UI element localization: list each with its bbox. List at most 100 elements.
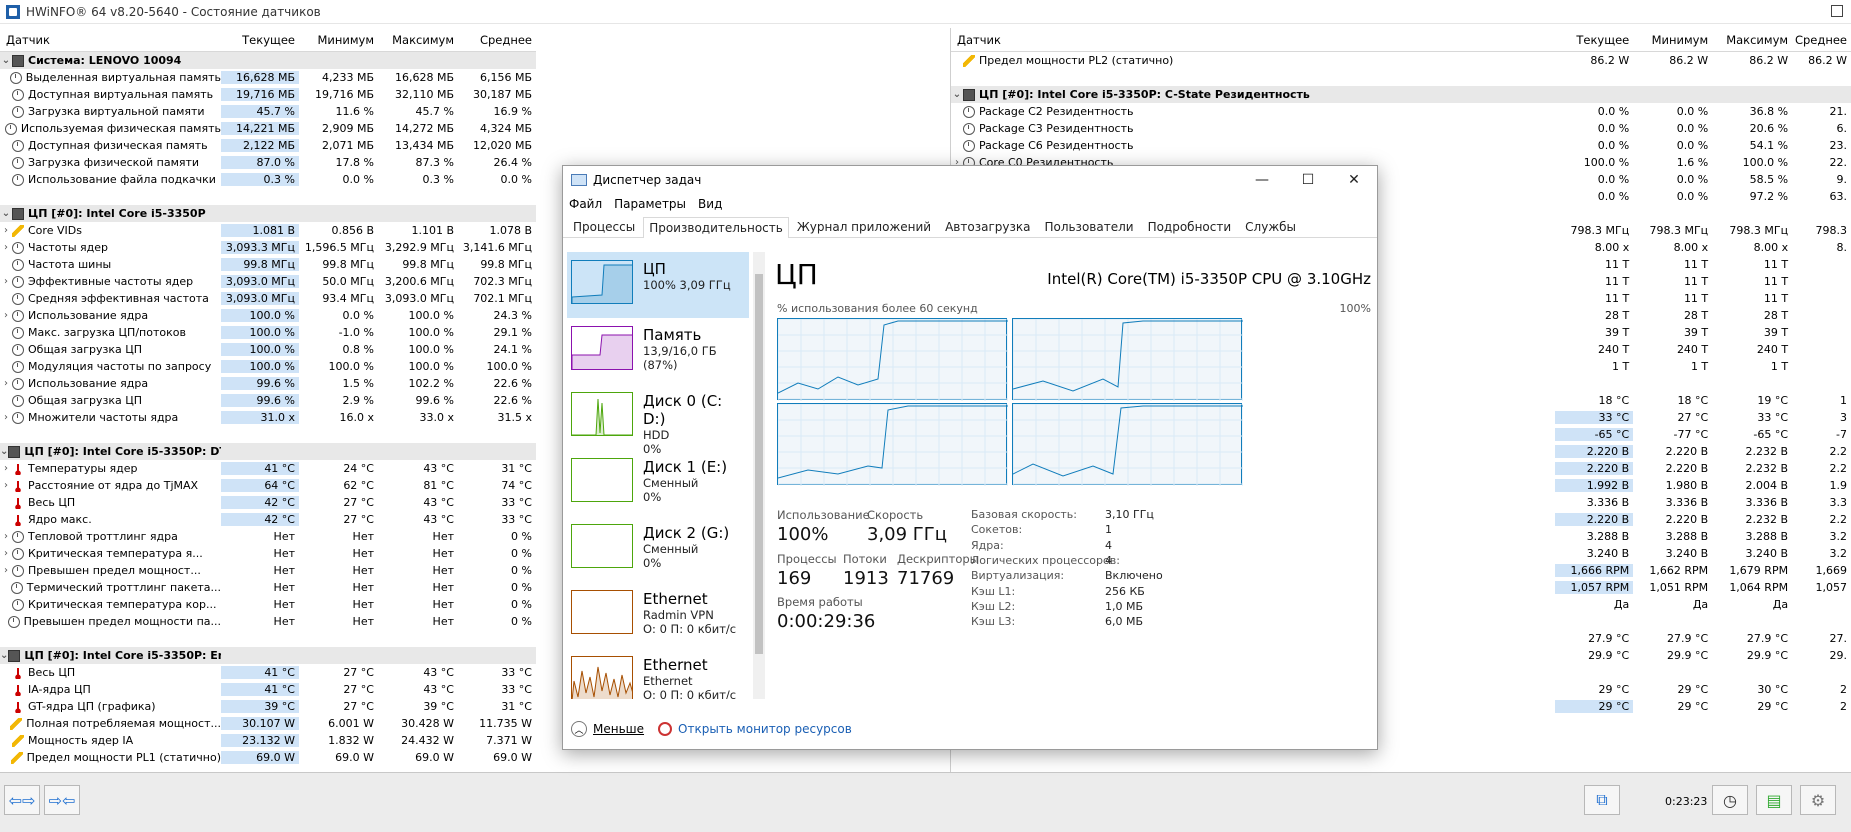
tab-app-history[interactable]: Журнал приложений	[791, 216, 937, 237]
collapse-icon[interactable]: ⌄	[0, 446, 8, 457]
collapse-icon[interactable]: ⌄	[0, 55, 12, 66]
expand-icon[interactable]: ›	[0, 548, 12, 559]
sensor-row[interactable]: Мощность ядер IA 23.132 W 1.832 W 24.432 W 7…	[0, 732, 536, 749]
sensor-row[interactable]: Весь ЦП 41 °C 27 °C 43 °C 33 °C	[0, 664, 536, 681]
header-current[interactable]: Текущее	[221, 33, 299, 47]
sensor-row[interactable]: › Множители частоты ядра 31.0 x 16.0 x 33.0 …	[0, 409, 536, 426]
report-icon[interactable]: ▤	[1756, 785, 1792, 815]
sensor-row[interactable]: › Тепловой троттлинг ядра Нет Нет Нет 0 %	[0, 528, 536, 545]
perf-item-disk2[interactable]: Диск 2 (G:) Сменный 0%	[567, 516, 749, 582]
expand-icon[interactable]: ›	[0, 463, 12, 474]
sensor-row[interactable]: Модуляция частоты по запросу 100.0 % 100.0…	[0, 358, 536, 375]
sensor-row[interactable]: Package C3 Резидентность 0.0 % 0.0 % 20.6 %…	[951, 120, 1851, 137]
sensor-row[interactable]: Весь ЦП 42 °C 27 °C 43 °C 33 °C	[0, 494, 536, 511]
sidebar-scrollbar[interactable]	[753, 252, 765, 699]
header-current-right[interactable]: Текущее	[1555, 33, 1633, 47]
expand-icon[interactable]: ›	[0, 310, 12, 321]
sensor-row[interactable]: › Расстояние от ядра до TjMAX 64 °C 62 °C 81…	[0, 477, 536, 494]
settings-gear-icon[interactable]: ⚙	[1800, 785, 1836, 815]
window-maximize-button[interactable]	[1831, 5, 1843, 17]
header-max-right[interactable]: Максимум	[1712, 33, 1792, 47]
sensor-row[interactable]: Доступная виртуальная память 19,716 МБ 19,…	[0, 86, 536, 103]
open-resource-monitor-link[interactable]: Открыть монитор ресурсов	[678, 722, 852, 736]
sensor-group-header[interactable]: ⌄ Система: LENOVO 10094	[0, 52, 536, 69]
expand-icon[interactable]: ›	[0, 412, 12, 423]
sensor-row[interactable]: Макс. загрузка ЦП/потоков 100.0 % -1.0 % 10…	[0, 324, 536, 341]
header-min-right[interactable]: Минимум	[1633, 33, 1712, 47]
header-sensor-right[interactable]: Датчик	[951, 33, 1555, 47]
header-avg-right[interactable]: Среднее	[1792, 33, 1851, 47]
sensor-group-header[interactable]: ⌄ ЦП [#0]: Intel Core i5-3350P: DTS	[0, 443, 536, 460]
sensor-row[interactable]: › Использование ядра 100.0 % 0.0 % 100.0 % 24…	[0, 307, 536, 324]
sensor-row[interactable]: Доступная физическая память 2,122 МБ 2,071…	[0, 137, 536, 154]
prev-arrows-button[interactable]: ⇦⇨	[4, 785, 40, 815]
sensor-row[interactable]: Превышен предел мощности па... Нет Нет Нет 0…	[0, 613, 536, 630]
perf-item-memory[interactable]: Память 13,9/16,0 ГБ (87%)	[567, 318, 749, 384]
expand-icon[interactable]: ›	[0, 531, 12, 542]
sensor-row[interactable]: Package C6 Резидентность 0.0 % 0.0 % 54.1 %…	[951, 137, 1851, 154]
sensor-group-header[interactable]: ⌄ ЦП [#0]: Intel Core i5-3350P: Enhanced	[0, 647, 536, 664]
close-button[interactable]: ✕	[1331, 166, 1377, 194]
sensor-row[interactable]: Общая загрузка ЦП 100.0 % 0.8 % 100.0 % 24.1…	[0, 341, 536, 358]
perf-item-ethernet-radmin[interactable]: Ethernet Radmin VPN О: 0 П: 0 кбит/с	[567, 582, 749, 648]
maximize-button[interactable]: ☐	[1285, 166, 1331, 194]
header-avg[interactable]: Среднее	[458, 33, 536, 47]
network-icon[interactable]: ⧉	[1584, 785, 1620, 815]
sensor-row[interactable]: Критическая температура кор... Нет Нет Нет 0…	[0, 596, 536, 613]
sensor-row[interactable]: Предел мощности PL2 (статично) 86.2 W 86.2…	[951, 52, 1851, 69]
chevron-up-icon[interactable]: ︿	[571, 721, 587, 737]
expand-icon[interactable]: ›	[0, 565, 12, 576]
sensor-row[interactable]: Полная потребляемая мощност... 30.107 W 6.…	[0, 715, 536, 732]
sensor-row[interactable]: Используемая физическая память 14,221 МБ 2…	[0, 120, 536, 137]
expand-icon[interactable]: ›	[0, 276, 12, 287]
sensor-row[interactable]: › Использование ядра 99.6 % 1.5 % 102.2 % 22.…	[0, 375, 536, 392]
perf-item-cpu[interactable]: ЦП 100% 3,09 ГГц	[567, 252, 749, 318]
menu-options[interactable]: Параметры	[614, 197, 686, 211]
sensor-row[interactable]: Предел мощности PL1 (статично) 69.0 W 69.0…	[0, 749, 536, 766]
tab-users[interactable]: Пользователи	[1038, 216, 1139, 237]
collapse-icon[interactable]: ⌄	[0, 650, 8, 661]
clock-icon[interactable]: ◷	[1712, 785, 1748, 815]
sensor-row[interactable]: Средняя эффективная частота 3,093.0 МГц 93…	[0, 290, 536, 307]
perf-item-disk0[interactable]: Диск 0 (C: D:) HDD 0%	[567, 384, 749, 456]
tab-startup[interactable]: Автозагрузка	[939, 216, 1036, 237]
collapse-icon[interactable]: ⌄	[0, 208, 12, 219]
tab-details[interactable]: Подробности	[1142, 216, 1238, 237]
minimize-button[interactable]: —	[1239, 166, 1285, 194]
tab-processes[interactable]: Процессы	[567, 216, 641, 237]
header-max[interactable]: Максимум	[378, 33, 458, 47]
sensor-row[interactable]: Частота шины 99.8 МГц 99.8 МГц 99.8 МГц 99.8…	[0, 256, 536, 273]
header-min[interactable]: Минимум	[299, 33, 378, 47]
expand-icon[interactable]: ›	[0, 242, 12, 253]
sensor-row[interactable]: Термический троттлинг пакета... Нет Нет Нет…	[0, 579, 536, 596]
fewer-details-link[interactable]: Меньше	[593, 722, 644, 736]
sensor-row[interactable]: › Эффективные частоты ядер 3,093.0 МГц 50.0…	[0, 273, 536, 290]
sensor-group-header[interactable]: ⌄ ЦП [#0]: Intel Core i5-3350P: C-State Р…	[951, 86, 1851, 103]
perf-item-ethernet[interactable]: Ethernet Ethernet О: 0 П: 0 кбит/с	[567, 648, 749, 699]
sensor-row[interactable]: › Температуры ядер 41 °C 24 °C 43 °C 31 °C	[0, 460, 536, 477]
sensor-row[interactable]: Ядро макс. 42 °C 27 °C 43 °C 33 °C	[0, 511, 536, 528]
sensor-row[interactable]: Загрузка физической памяти 87.0 % 17.8 % 87…	[0, 154, 536, 171]
perf-item-disk1[interactable]: Диск 1 (E:) Сменный 0%	[567, 450, 749, 516]
sensor-row[interactable]: Загрузка виртуальной памяти 45.7 % 11.6 % 4…	[0, 103, 536, 120]
sensor-row[interactable]: › Частоты ядер 3,093.3 МГц 1,596.5 МГц 3,292…	[0, 239, 536, 256]
menu-file[interactable]: Файл	[569, 197, 602, 211]
tab-performance[interactable]: Производительность	[643, 217, 789, 238]
sensor-group-header[interactable]: ⌄ ЦП [#0]: Intel Core i5-3350P	[0, 205, 536, 222]
tab-services[interactable]: Службы	[1239, 216, 1302, 237]
sensor-row[interactable]: Использование файла подкачки 0.3 % 0.0 % 0.…	[0, 171, 536, 188]
sensor-row[interactable]: Общая загрузка ЦП 99.6 % 2.9 % 99.6 % 22.6 %	[0, 392, 536, 409]
sensor-row[interactable]: Package C2 Резидентность 0.0 % 0.0 % 36.8 %…	[951, 103, 1851, 120]
expand-icon[interactable]: ›	[0, 480, 12, 491]
expand-icon[interactable]: ›	[0, 225, 12, 236]
sensor-row[interactable]: › Core VIDs 1.081 В 0.856 В 1.101 В 1.078 В	[0, 222, 536, 239]
sensor-row[interactable]: GT-ядра ЦП (графика) 39 °C 27 °C 39 °C 31 °C	[0, 698, 536, 715]
collapse-icon[interactable]: ⌄	[951, 89, 963, 100]
sensor-row[interactable]: › Превышен предел мощност... Нет Нет Нет 0 %	[0, 562, 536, 579]
sensor-row[interactable]: IA-ядра ЦП 41 °C 27 °C 43 °C 33 °C	[0, 681, 536, 698]
sensor-row[interactable]: Выделенная виртуальная память 16,628 МБ 4,…	[0, 69, 536, 86]
expand-icon[interactable]: ›	[0, 378, 12, 389]
header-sensor[interactable]: Датчик	[0, 33, 221, 47]
menu-view[interactable]: Вид	[698, 197, 722, 211]
sensor-row[interactable]: › Критическая температура я... Нет Нет Нет 0 …	[0, 545, 536, 562]
